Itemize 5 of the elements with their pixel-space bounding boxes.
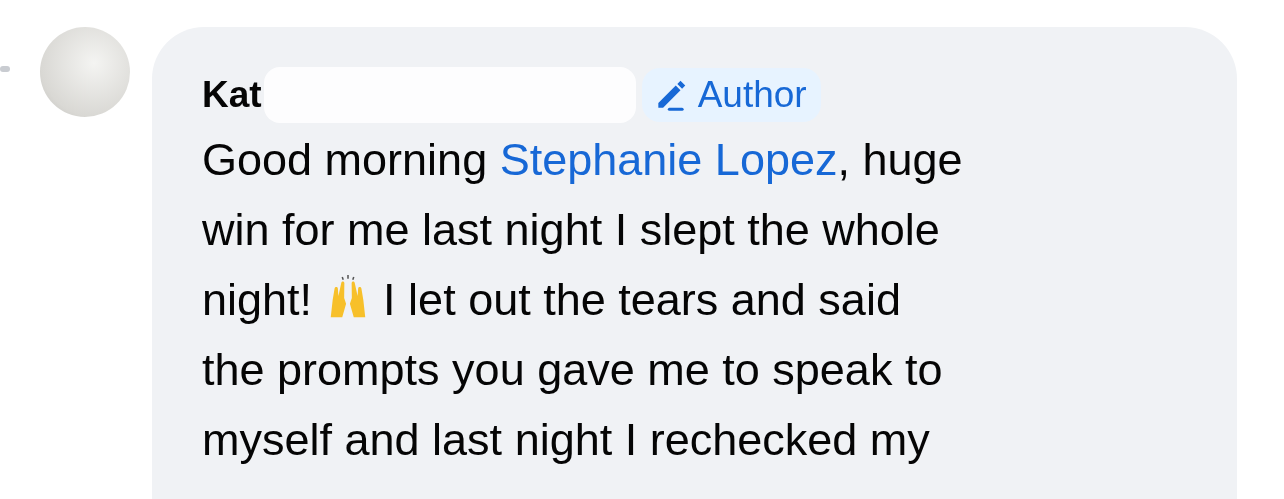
author-name[interactable]: Kat xyxy=(202,74,262,116)
thread-line xyxy=(0,66,10,72)
comment-text: Good morning Stephanie Lopez, huge win for me last night I slept the whole night! I let out the tears and said the prompts you gave me to speak to myself and last night I rechecked my xyxy=(202,133,964,467)
author-badge: Author xyxy=(641,68,821,122)
mention-link[interactable]: Stephanie Lopez xyxy=(499,134,838,185)
